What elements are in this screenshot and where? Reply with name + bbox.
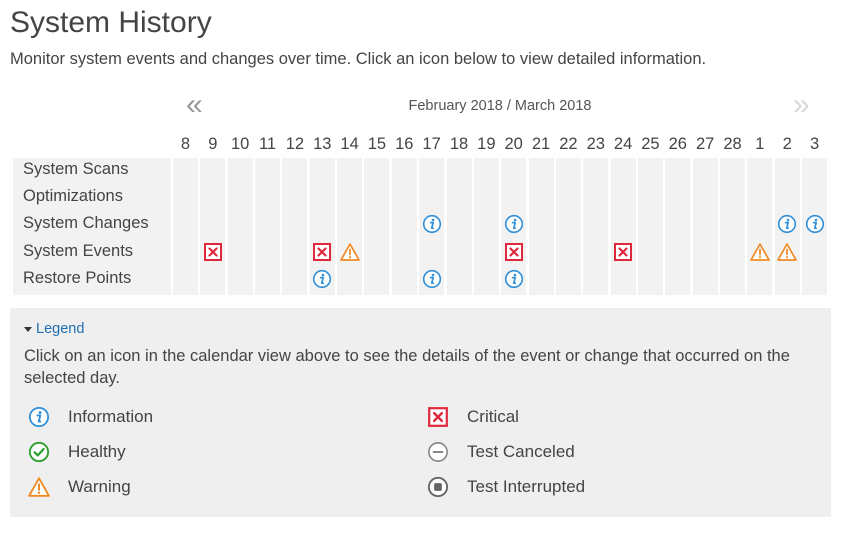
calendar-day-column [610,158,636,295]
calendar-day-header: 27 [695,135,715,153]
calendar-row-label: System Scans [23,160,129,178]
legend-item-label: Test Canceled [467,442,575,461]
legend-toggle[interactable]: Legend [24,321,84,337]
calendar-row-label: System Events [23,242,134,260]
info-icon[interactable] [312,269,332,289]
warning-icon[interactable] [777,242,798,262]
legend-item-label: Information [68,407,154,426]
calendar-day-header: 3 [809,135,820,153]
calendar-day-column [583,158,609,295]
calendar-day-column [665,158,691,295]
info-icon[interactable] [805,214,825,234]
legend-item-label: Critical [467,407,519,426]
calendar-day-column [337,158,363,295]
calendar-day-header: 22 [559,135,578,153]
calendar-day-header: 23 [586,135,605,153]
legend-toggle-label: Legend [36,321,85,337]
page-subtitle: Monitor system events and changes over t… [10,50,707,68]
calendar-day-header: 26 [668,135,687,153]
calendar-day-column [255,158,281,295]
critical-icon[interactable] [504,242,524,262]
calendar-day-header: 13 [313,135,332,153]
calendar-day-column [227,158,253,295]
critical-icon [427,406,449,428]
critical-icon[interactable] [203,242,223,262]
calendar-day-column [637,158,663,295]
calendar-day-column [473,158,499,295]
calendar-day-header: 19 [477,135,496,153]
calendar-day-column [446,158,472,295]
warning-icon[interactable] [749,242,770,262]
calendar-day-header: 21 [531,135,551,153]
page-title: System History [10,6,212,39]
calendar-day-header: 2 [782,135,792,153]
test-canceled-icon [427,441,449,463]
calendar-day-column [282,158,308,295]
warning-icon[interactable] [339,242,360,262]
info-icon[interactable] [504,214,524,234]
caret-down-icon [24,326,32,332]
calendar-day-header: 9 [208,135,218,153]
calendar-day-column [391,158,417,295]
info-icon [28,406,50,428]
calendar-day-header: 10 [231,135,250,153]
test-interrupted-icon [427,476,449,498]
calendar-day-header: 15 [367,135,387,153]
legend-item-label: Warning [68,477,131,496]
critical-icon[interactable] [312,242,332,262]
calendar-day-column [555,158,581,295]
calendar-day-column [200,158,226,295]
info-icon[interactable] [777,214,797,234]
calendar-day-column [173,158,198,295]
calendar-day-header: 1 [755,135,765,153]
calendar-day-header: 8 [180,135,191,153]
month-range-label: February 2018 / March 2018 [408,98,592,114]
warning-icon [28,476,50,498]
calendar-day-column [364,158,390,295]
calendar-day-header: 16 [395,135,414,153]
calendar-day-column [528,158,554,295]
healthy-icon [28,441,50,463]
previous-period-button[interactable]: « [186,90,203,120]
critical-icon[interactable] [613,242,633,262]
calendar-day-header: 18 [449,135,469,153]
calendar-day-header: 25 [641,135,660,153]
calendar-row-label: Restore Points [23,269,132,287]
calendar-day-column [720,158,745,295]
legend-item-label: Test Interrupted [467,477,586,496]
calendar-day-header: 11 [258,135,277,153]
calendar-row-label: Optimizations [23,187,123,205]
calendar-day-header: 24 [613,135,633,153]
info-icon[interactable] [422,269,442,289]
calendar-day-header: 28 [723,135,742,153]
calendar-day-header: 20 [504,135,523,153]
calendar-day-header: 17 [422,135,441,153]
calendar-day-column [692,158,718,295]
calendar-row-label: System Changes [23,214,149,232]
calendar-day-header: 14 [340,135,359,153]
info-icon[interactable] [422,214,442,234]
info-icon[interactable] [504,269,524,289]
legend-description: Click on an icon in the calendar view ab… [24,347,790,387]
next-period-button[interactable]: » [793,90,810,120]
calendar-day-column [747,158,773,295]
calendar-day-header: 12 [285,135,305,153]
legend-item-label: Healthy [68,442,126,461]
